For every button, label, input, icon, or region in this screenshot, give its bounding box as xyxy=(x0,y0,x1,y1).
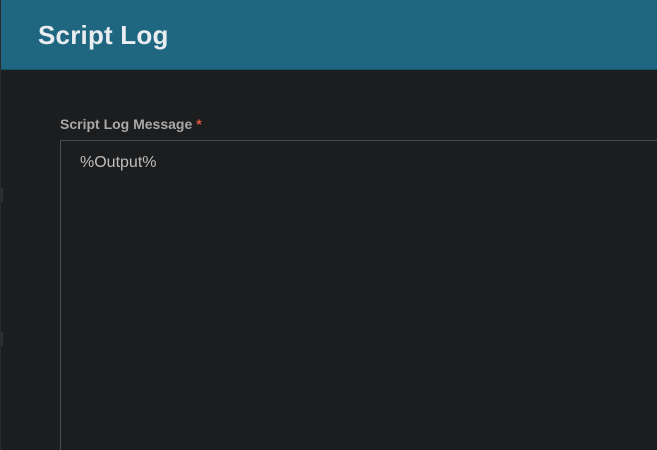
field-label-text: Script Log Message xyxy=(60,116,193,132)
script-log-message-input[interactable]: %Output% xyxy=(61,141,657,450)
dialog-title: Script Log xyxy=(38,20,169,50)
script-log-dialog: Script Log Script Log Message * %Output% xyxy=(0,0,657,450)
edge-divider xyxy=(1,332,3,346)
dialog-body: Script Log Message * %Output% xyxy=(1,70,657,450)
dialog-header: Script Log xyxy=(1,0,657,70)
required-indicator: * xyxy=(196,116,202,132)
script-log-message-label: Script Log Message * xyxy=(60,115,202,133)
script-log-message-field: %Output% xyxy=(60,140,657,450)
edge-divider xyxy=(1,188,3,202)
